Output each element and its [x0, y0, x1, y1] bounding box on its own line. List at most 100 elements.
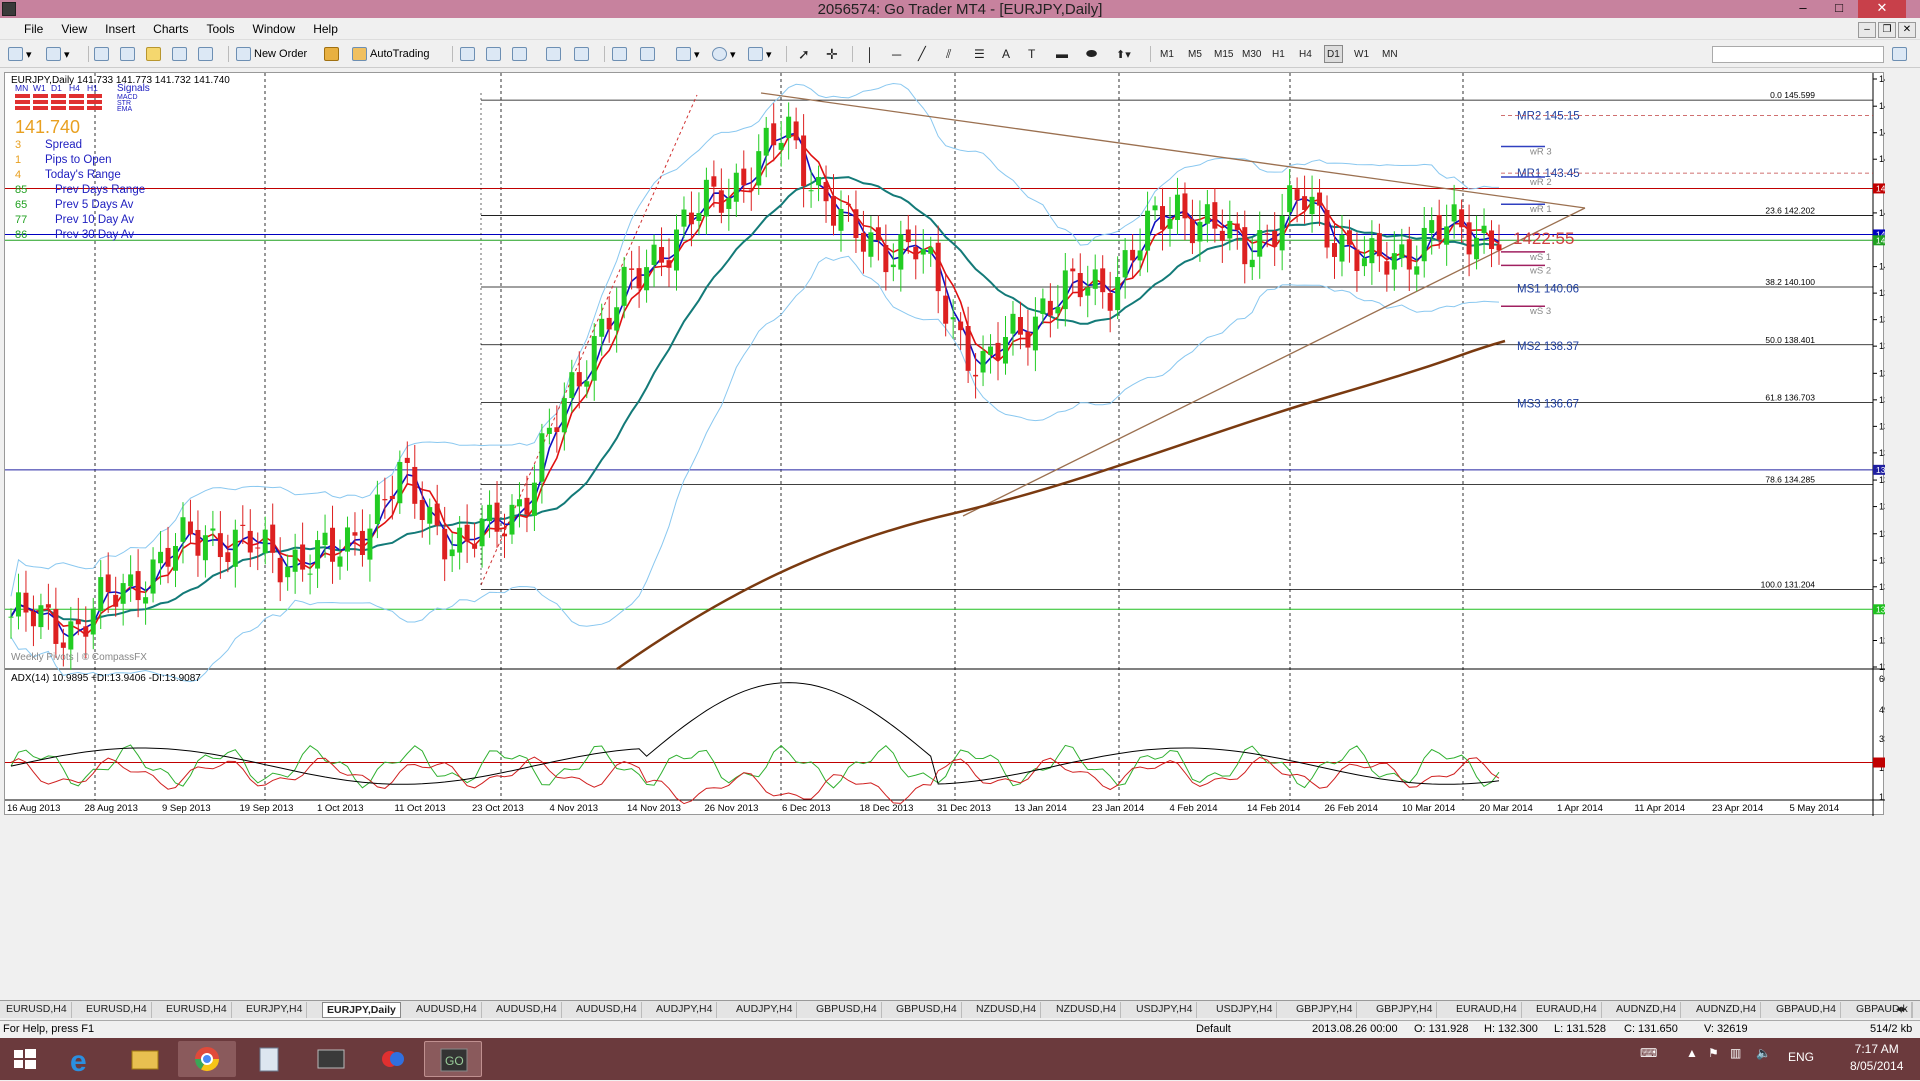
arrows-button[interactable]: ⬆▾: [1114, 45, 1133, 63]
taskbar-clock[interactable]: 7:17 AM 8/05/2014: [1850, 1041, 1903, 1075]
menu-window[interactable]: Window: [244, 18, 305, 40]
child-restore-button[interactable]: ❐: [1878, 22, 1896, 38]
chart-tab[interactable]: EURUSD,H4: [2, 1002, 72, 1018]
periods-button[interactable]: ▾: [712, 45, 736, 63]
internet-explorer-icon[interactable]: e: [52, 1041, 110, 1078]
text-button[interactable]: A: [1000, 45, 1018, 63]
line-chart-button[interactable]: [512, 45, 530, 63]
volume-icon[interactable]: 🔈: [1756, 1046, 1771, 1060]
zoom-out-button[interactable]: [574, 45, 592, 63]
zoom-in-button[interactable]: [546, 45, 564, 63]
menu-charts[interactable]: Charts: [144, 18, 197, 40]
media-app-icon[interactable]: [364, 1041, 422, 1077]
timeframe-w1[interactable]: W1: [1352, 45, 1371, 63]
terminal-button[interactable]: [172, 45, 190, 63]
autoscroll-button[interactable]: [612, 45, 630, 63]
timeframe-d1[interactable]: D1: [1324, 45, 1343, 63]
child-minimize-button[interactable]: –: [1858, 22, 1876, 38]
chart-tab[interactable]: GBPUSD,H4: [812, 1002, 882, 1018]
rectangle-button[interactable]: ▬: [1054, 45, 1072, 63]
chart-tab[interactable]: EURJPY,Daily: [322, 1002, 401, 1018]
chart-tab[interactable]: EURAUD,H4: [1452, 1002, 1522, 1018]
new-order-button[interactable]: New Order: [236, 45, 307, 63]
minus-di-line: [10, 756, 1500, 805]
chart-tab[interactable]: GBPAUD,H4: [1772, 1002, 1841, 1018]
action-center-icon[interactable]: ⚑: [1708, 1046, 1719, 1060]
chart-shift-button[interactable]: [640, 45, 658, 63]
chart-tab[interactable]: USDJPY,H4: [1212, 1002, 1278, 1018]
ellipse-button[interactable]: ⬬: [1084, 45, 1102, 63]
network-icon[interactable]: ▥: [1730, 1046, 1741, 1060]
tray-expand-icon[interactable]: ▲: [1686, 1046, 1698, 1060]
chart-tab[interactable]: EURAUD,H4: [1532, 1002, 1602, 1018]
chart-tab[interactable]: EURUSD,H4: [82, 1002, 152, 1018]
chart-tab[interactable]: NZDUSD,H4: [972, 1002, 1042, 1018]
date-label: 19 Sep 2013: [240, 803, 294, 814]
child-close-button[interactable]: ✕: [1898, 22, 1916, 38]
equidistant-channel-button[interactable]: ⫽: [944, 45, 962, 63]
candlestick-button[interactable]: [486, 45, 504, 63]
chart-window[interactable]: 146.220 145.420 144.640 143.860 143.000 142.2…: [4, 72, 1913, 816]
chart-tab[interactable]: AUDJPY,H4: [732, 1002, 798, 1018]
text-label-button[interactable]: T: [1026, 45, 1044, 63]
chart-tab[interactable]: NZDUSD,H4: [1052, 1002, 1122, 1018]
search-input[interactable]: [1712, 46, 1884, 63]
mt4-app-icon[interactable]: GO: [424, 1041, 482, 1077]
chart-tab[interactable]: USDJPY,H4: [1132, 1002, 1198, 1018]
chart-tab[interactable]: GBPJPY,H4: [1292, 1002, 1358, 1018]
timeframe-h4[interactable]: H4: [1297, 45, 1315, 63]
timeframe-m1[interactable]: M1: [1158, 45, 1176, 63]
cursor-button[interactable]: ➚: [796, 45, 814, 63]
close-button[interactable]: ✕: [1858, 0, 1906, 18]
strategy-tester-button[interactable]: [198, 45, 216, 63]
horizontal-line-button[interactable]: ─: [890, 45, 908, 63]
autotrading-button[interactable]: AutoTrading: [352, 45, 430, 63]
chart-tab[interactable]: EURJPY,H4: [242, 1002, 308, 1018]
chart-tab[interactable]: AUDNZD,H4: [1612, 1002, 1682, 1018]
chart-tab[interactable]: GBPUSD,H4: [892, 1002, 962, 1018]
file-explorer-icon[interactable]: [116, 1041, 174, 1077]
templates-button[interactable]: ▾: [748, 45, 772, 63]
chart-tab[interactable]: EURUSD,H4: [162, 1002, 232, 1018]
chrome-icon[interactable]: [178, 1041, 236, 1077]
candle-body: [1406, 239, 1412, 270]
chart-tab[interactable]: AUDNZD,H4: [1692, 1002, 1762, 1018]
chart-tab[interactable]: AUDUSD,H4: [492, 1002, 562, 1018]
chart-tab[interactable]: GBPJPY,H4: [1372, 1002, 1438, 1018]
minimize-button[interactable]: –: [1786, 0, 1820, 18]
market-watch-button[interactable]: [94, 45, 112, 63]
new-chart-button[interactable]: ▾: [8, 45, 32, 63]
start-button[interactable]: [2, 1041, 46, 1077]
crosshair-button[interactable]: ✛: [824, 45, 842, 63]
timeframe-m5[interactable]: M5: [1186, 45, 1204, 63]
indicators-button[interactable]: ▾: [676, 45, 700, 63]
menu-insert[interactable]: Insert: [96, 18, 144, 40]
terminal-app-icon[interactable]: [302, 1041, 360, 1077]
vertical-line-button[interactable]: │: [864, 45, 882, 63]
bar-chart-button[interactable]: [460, 45, 478, 63]
community-button[interactable]: [1892, 45, 1910, 63]
calculator-icon[interactable]: [240, 1041, 298, 1077]
menu-view[interactable]: View: [52, 18, 96, 40]
chart-tab[interactable]: AUDUSD,H4: [412, 1002, 482, 1018]
tab-scroll-button[interactable]: ◂▸: [1892, 1002, 1912, 1018]
menu-help[interactable]: Help: [304, 18, 347, 40]
fibonacci-button[interactable]: ☰: [972, 45, 990, 63]
metaeditor-button[interactable]: [324, 45, 342, 63]
timeframe-m30[interactable]: M30: [1240, 45, 1263, 63]
language-indicator[interactable]: ENG: [1788, 1050, 1814, 1064]
chart-canvas[interactable]: 146.220 145.420 144.640 143.860 143.000 142.2…: [5, 73, 1913, 816]
menu-tools[interactable]: Tools: [198, 18, 244, 40]
chart-tab[interactable]: AUDUSD,H4: [572, 1002, 642, 1018]
navigator-button[interactable]: [146, 45, 164, 63]
data-window-button[interactable]: [120, 45, 138, 63]
keyboard-icon[interactable]: ⌨: [1640, 1046, 1657, 1060]
timeframe-mn[interactable]: MN: [1380, 45, 1400, 63]
menu-file[interactable]: File: [0, 18, 52, 40]
timeframe-h1[interactable]: H1: [1270, 45, 1288, 63]
maximize-button[interactable]: □: [1822, 0, 1856, 18]
chart-tab[interactable]: AUDJPY,H4: [652, 1002, 718, 1018]
trendline-button[interactable]: ╱: [916, 45, 934, 63]
timeframe-m15[interactable]: M15: [1212, 45, 1235, 63]
profiles-button[interactable]: ▾: [46, 45, 70, 63]
